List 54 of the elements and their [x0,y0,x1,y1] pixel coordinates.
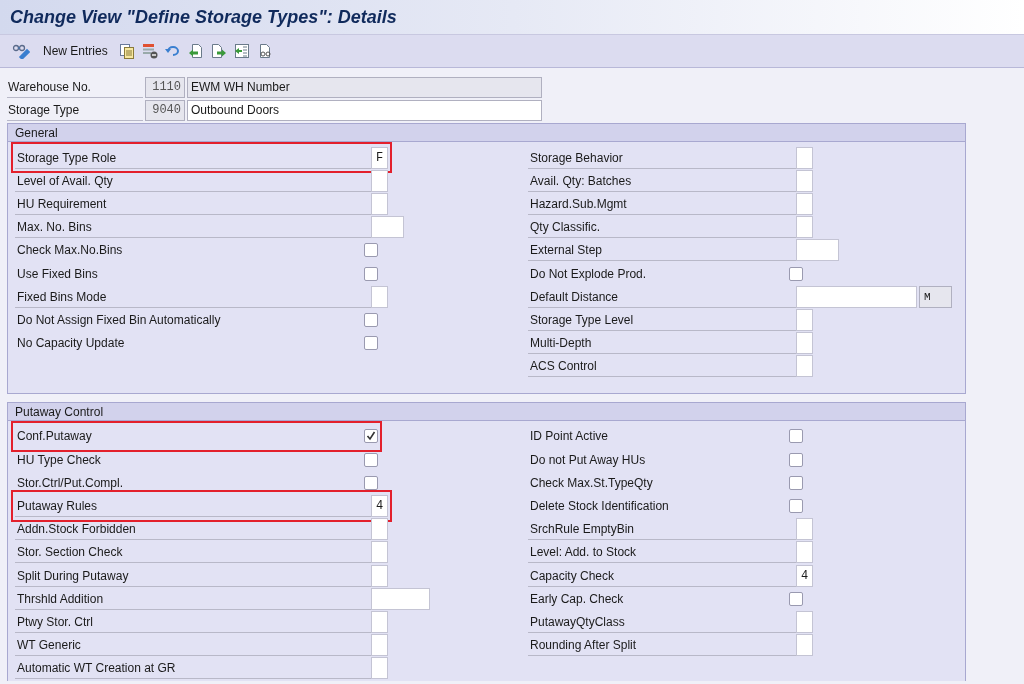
field-label: Check Max.St.TypeQty [529,474,654,492]
field-label: Level: Add. to Stock [528,541,796,564]
field-label: Rounding After Split [528,634,796,657]
field-label: Automatic WT Creation at GR [15,657,371,680]
field-label: Thrshld Addition [15,587,371,610]
field-label: Split During Putaway [15,564,371,587]
field-label: ID Point Active [529,428,610,446]
field-label: HU Type Check [16,451,102,469]
field-label: Multi-Depth [528,332,796,355]
field-label: WT Generic [15,634,371,657]
field-label: Storage Type Level [528,308,796,331]
input-field[interactable]: F [371,146,388,169]
group-title: Putaway Control [8,402,965,421]
field-label: Avail. Qty: Batches [528,169,796,192]
input-field[interactable]: 4 [796,564,813,587]
field-label: Max. No. Bins [15,216,371,239]
field-label: Conf.Putaway [16,428,93,446]
field-label: Qty Classific. [528,216,796,239]
field-label: Storage Behavior [528,146,796,169]
field-label: SrchRule EmptyBin [528,518,796,541]
field-label: Fixed Bins Mode [15,285,371,308]
field-label: Warehouse No. [7,76,143,98]
window-title: Change View "Define Storage Types": Details [10,5,397,29]
field-label: Default Distance [528,285,796,308]
input-field[interactable]: 4 [371,495,388,518]
unit-field: M [919,285,952,308]
key-field: 9040 [145,99,185,121]
field-label: Addn.Stock Forbidden [15,518,371,541]
field-label: No Capacity Update [16,335,126,353]
description-field[interactable]: Outbound Doors [187,99,542,121]
field-label: HU Requirement [15,192,371,215]
field-label: Capacity Check [528,564,796,587]
field-label: Early Cap. Check [529,590,625,608]
field-label: Storage Type Role [15,146,371,169]
field-label: Ptwy Stor. Ctrl [15,610,371,633]
new-entries-button[interactable]: New Entries [43,42,108,60]
field-label: Stor. Section Check [15,541,371,564]
group-title: General [8,124,965,142]
field-label: Level of Avail. Qty [15,169,371,192]
description-field: EWM WH Number [187,76,542,98]
field-label: Storage Type [7,99,143,121]
field-label: External Step [528,239,796,262]
field-label: Check Max.No.Bins [16,242,124,260]
field-label: Putaway Rules [15,495,371,518]
field-label: Stor.Ctrl/Put.Compl. [16,474,125,492]
field-label: Hazard.Sub.Mgmt [528,192,796,215]
field-label: Do Not Explode Prod. [529,265,648,283]
field-label: Use Fixed Bins [16,265,99,283]
field-label: PutawayQtyClass [528,610,796,633]
field-label: Delete Stock Identification [529,498,670,516]
field-label: Do Not Assign Fixed Bin Automatically [16,311,222,329]
field-label: ACS Control [528,355,796,378]
key-field: 1110 [145,76,185,98]
field-label: Do not Put Away HUs [529,451,647,469]
